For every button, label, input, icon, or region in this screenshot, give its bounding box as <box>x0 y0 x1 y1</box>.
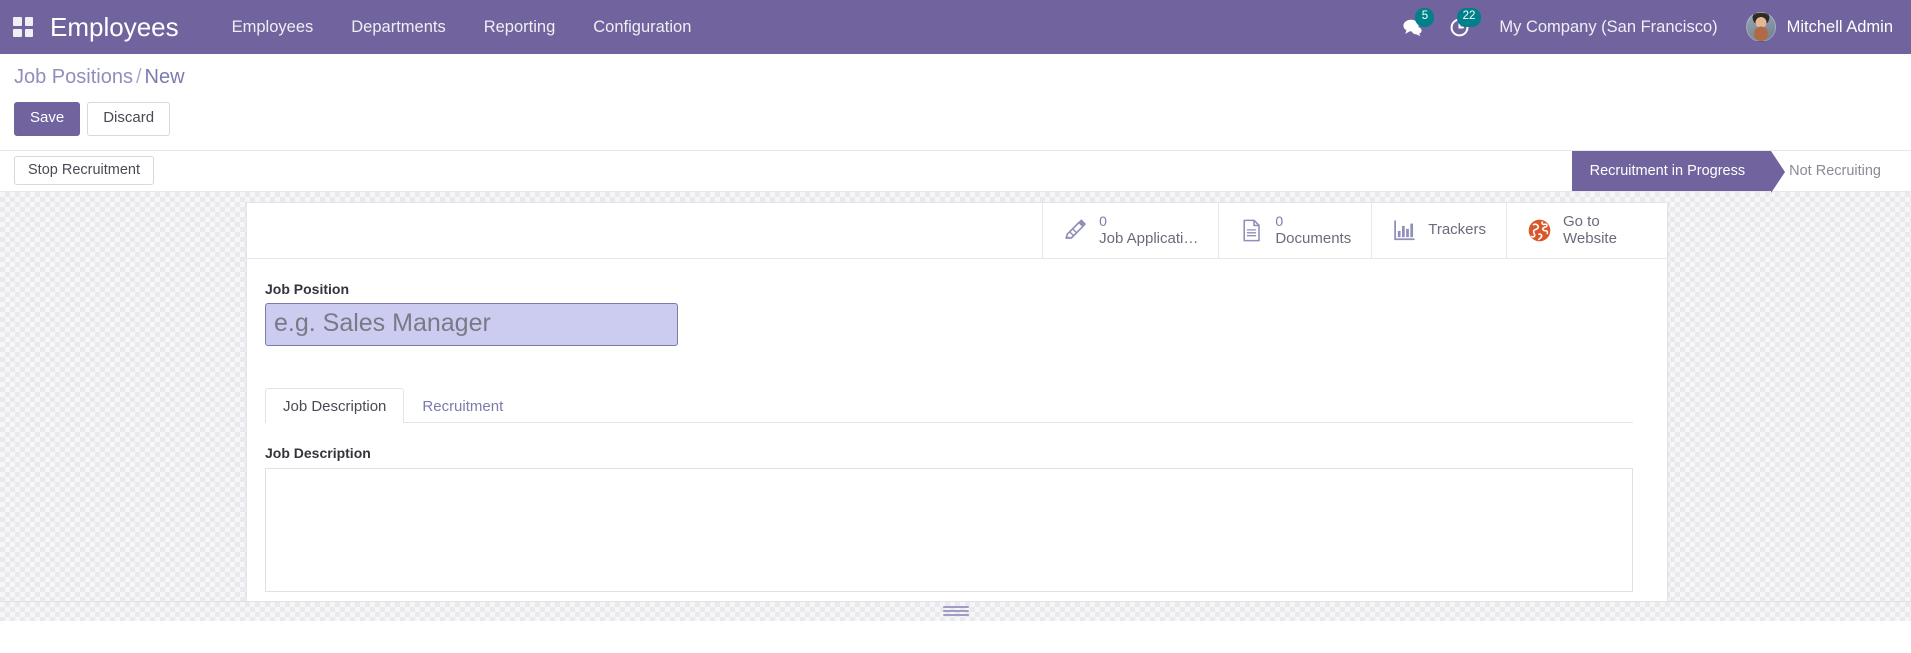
job-position-label: Job Position <box>265 280 349 297</box>
menu-item-reporting[interactable]: Reporting <box>465 0 575 54</box>
notebook-page-job-description: Job Description <box>265 423 1633 597</box>
breadcrumb-separator: / <box>135 66 142 88</box>
job-applications-label: Job Applicati… <box>1099 229 1199 247</box>
apps-grid-cell <box>24 28 33 37</box>
activities-button[interactable]: 22 <box>1436 0 1483 54</box>
activities-badge: 22 <box>1456 8 1482 27</box>
grip-line <box>942 614 969 617</box>
job-applications-count: 0 <box>1099 212 1107 229</box>
smart-button-documents[interactable]: 0 Documents <box>1218 202 1371 258</box>
username-label: Mitchell Admin <box>1786 17 1893 36</box>
avatar <box>1745 12 1776 42</box>
job-description-label: Job Description <box>265 444 371 461</box>
save-button[interactable]: Save <box>14 102 81 136</box>
globe-icon <box>1527 218 1552 243</box>
grip-line <box>942 606 969 609</box>
document-icon <box>1239 218 1264 243</box>
grip-line <box>942 610 969 613</box>
app-brand-title[interactable]: Employees <box>50 12 179 43</box>
control-panel: Job Positions / New Save Discard <box>0 54 1911 150</box>
statusbar-stages: Recruitment in Progress Not Recruiting <box>1571 150 1911 193</box>
bottom-resize-bar <box>0 600 1911 621</box>
messages-button[interactable]: 5 <box>1389 0 1436 54</box>
menu-item-configuration[interactable]: Configuration <box>574 0 710 54</box>
job-position-input[interactable] <box>265 302 678 346</box>
smart-button-text: Go to Website <box>1563 213 1647 248</box>
company-switcher[interactable]: My Company (San Francisco) <box>1483 0 1733 54</box>
form-sheet: 0 Job Applicati… 0 Documents Trackers Go… <box>246 201 1668 621</box>
smart-button-box: 0 Job Applicati… 0 Documents Trackers Go… <box>247 202 1667 259</box>
form-body: Job Position Job Description Recruitment… <box>247 259 1667 607</box>
bar-chart-icon <box>1392 218 1417 243</box>
go-to-website-label: Go to Website <box>1563 212 1617 248</box>
stage-not-recruiting[interactable]: Not Recruiting <box>1771 151 1897 191</box>
navbar-right-group: 5 22 My Company (San Francisco) Mitchell… <box>1389 0 1897 54</box>
resize-grip-icon[interactable] <box>942 604 969 618</box>
top-navbar: Employees Employees Departments Reportin… <box>0 0 1911 54</box>
smart-button-text: Trackers <box>1428 221 1486 239</box>
smart-button-trackers[interactable]: Trackers <box>1371 202 1506 258</box>
apps-grid-icon[interactable] <box>8 12 38 42</box>
record-action-buttons: Save Discard <box>14 102 1897 150</box>
smart-button-text: 0 Documents <box>1275 213 1351 248</box>
tab-job-description[interactable]: Job Description <box>265 387 405 423</box>
menu-item-employees[interactable]: Employees <box>213 0 333 54</box>
job-description-editor[interactable] <box>265 467 1633 592</box>
breadcrumb: Job Positions / New <box>14 66 1897 89</box>
documents-count: 0 <box>1275 212 1284 229</box>
breadcrumb-current: New <box>144 66 185 88</box>
messages-badge: 5 <box>1415 8 1435 27</box>
breadcrumb-job-positions[interactable]: Job Positions <box>14 66 133 88</box>
discard-button[interactable]: Discard <box>87 102 171 136</box>
stop-recruitment-button[interactable]: Stop Recruitment <box>14 156 155 186</box>
smart-button-job-applications[interactable]: 0 Job Applicati… <box>1042 202 1218 258</box>
smart-button-text: 0 Job Applicati… <box>1099 213 1198 248</box>
apps-grid-cell <box>13 28 22 37</box>
form-view-background: 0 Job Applicati… 0 Documents Trackers Go… <box>0 191 1911 621</box>
stage-recruitment-in-progress[interactable]: Recruitment in Progress <box>1571 150 1785 193</box>
trackers-label: Trackers <box>1428 221 1486 239</box>
apps-grid-cell <box>13 17 22 26</box>
apps-grid-cell <box>24 17 33 26</box>
notebook-tabs: Job Description Recruitment <box>265 387 1633 423</box>
main-menu: Employees Departments Reporting Configur… <box>213 0 711 54</box>
documents-label: Documents <box>1275 229 1352 247</box>
smart-button-go-to-website[interactable]: Go to Website <box>1506 202 1667 258</box>
statusbar-row: Stop Recruitment Recruitment in Progress… <box>0 149 1911 193</box>
pencil-icon <box>1063 218 1088 243</box>
user-menu[interactable]: Mitchell Admin <box>1734 0 1897 54</box>
menu-item-departments[interactable]: Departments <box>332 0 464 54</box>
tab-recruitment[interactable]: Recruitment <box>404 388 521 423</box>
